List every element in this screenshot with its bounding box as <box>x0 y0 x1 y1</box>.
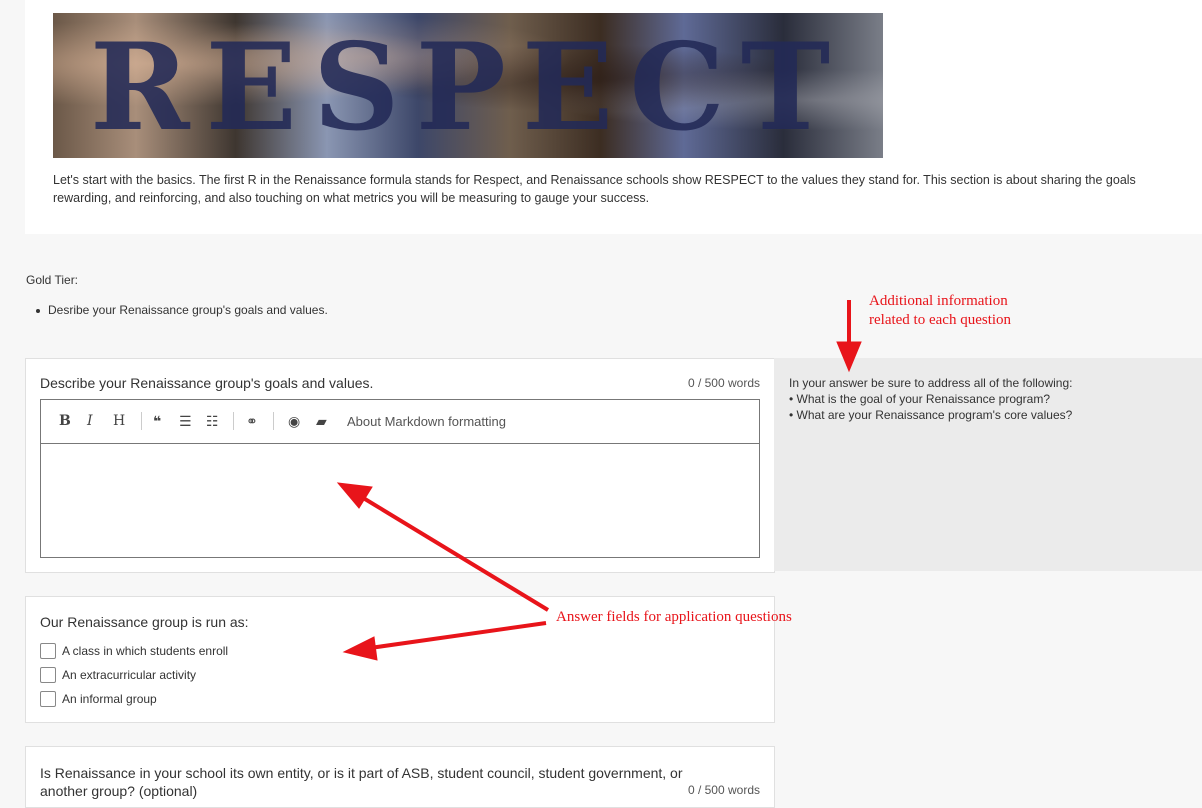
arrow-to-textarea-head <box>336 482 373 509</box>
arrow-to-checkbox-head <box>342 636 378 661</box>
annotation-arrows <box>336 300 862 661</box>
arrow-to-textarea-line <box>358 494 550 612</box>
arrow-down-head <box>836 341 862 373</box>
arrow-to-checkbox-line <box>369 621 547 650</box>
